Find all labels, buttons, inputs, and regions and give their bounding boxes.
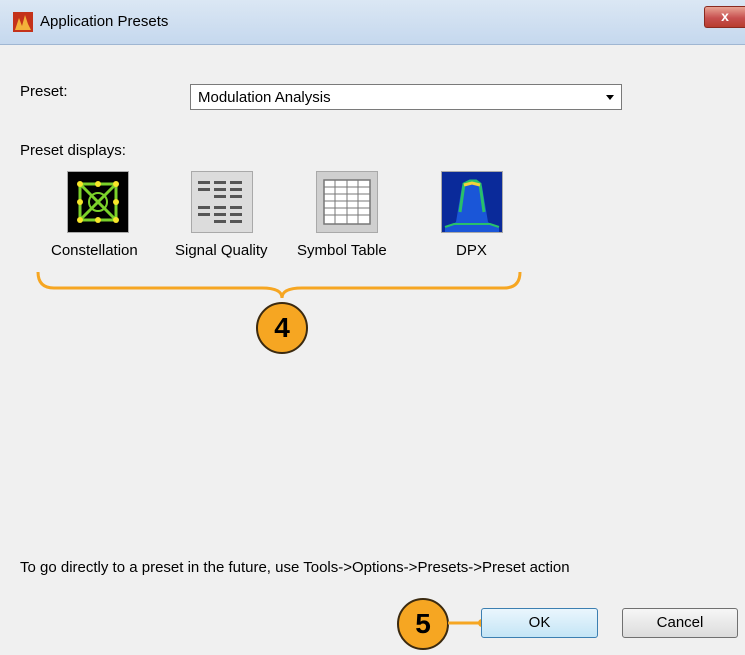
application-presets-dialog: Application Presets x Preset: Modulation… <box>0 0 745 655</box>
symbol-table-icon <box>316 171 378 233</box>
dpx-icon <box>441 171 503 233</box>
preset-dropdown[interactable]: Modulation Analysis <box>190 84 622 110</box>
preset-label: Preset: <box>20 83 68 100</box>
dpx-label: DPX <box>456 242 487 259</box>
preset-displays-label: Preset displays: <box>20 142 126 159</box>
preset-hint-text: To go directly to a preset in the future… <box>20 559 570 576</box>
callout-5-badge: 5 <box>397 598 449 650</box>
displays-brace <box>36 271 522 299</box>
chevron-down-icon <box>606 95 614 100</box>
symbol-table-label: Symbol Table <box>297 242 387 259</box>
title-bar: Application Presets x <box>0 0 745 45</box>
close-icon: x <box>721 8 729 24</box>
ok-button[interactable]: OK <box>481 608 598 638</box>
constellation-label: Constellation <box>51 242 138 259</box>
preset-selected-value: Modulation Analysis <box>198 89 331 106</box>
signal-quality-label: Signal Quality <box>175 242 268 259</box>
window-title: Application Presets <box>40 13 169 30</box>
app-icon <box>13 12 33 32</box>
close-button[interactable]: x <box>704 6 745 28</box>
constellation-icon <box>67 171 129 233</box>
callout-4-badge: 4 <box>256 302 308 354</box>
signal-quality-icon <box>191 171 253 233</box>
cancel-button[interactable]: Cancel <box>622 608 738 638</box>
